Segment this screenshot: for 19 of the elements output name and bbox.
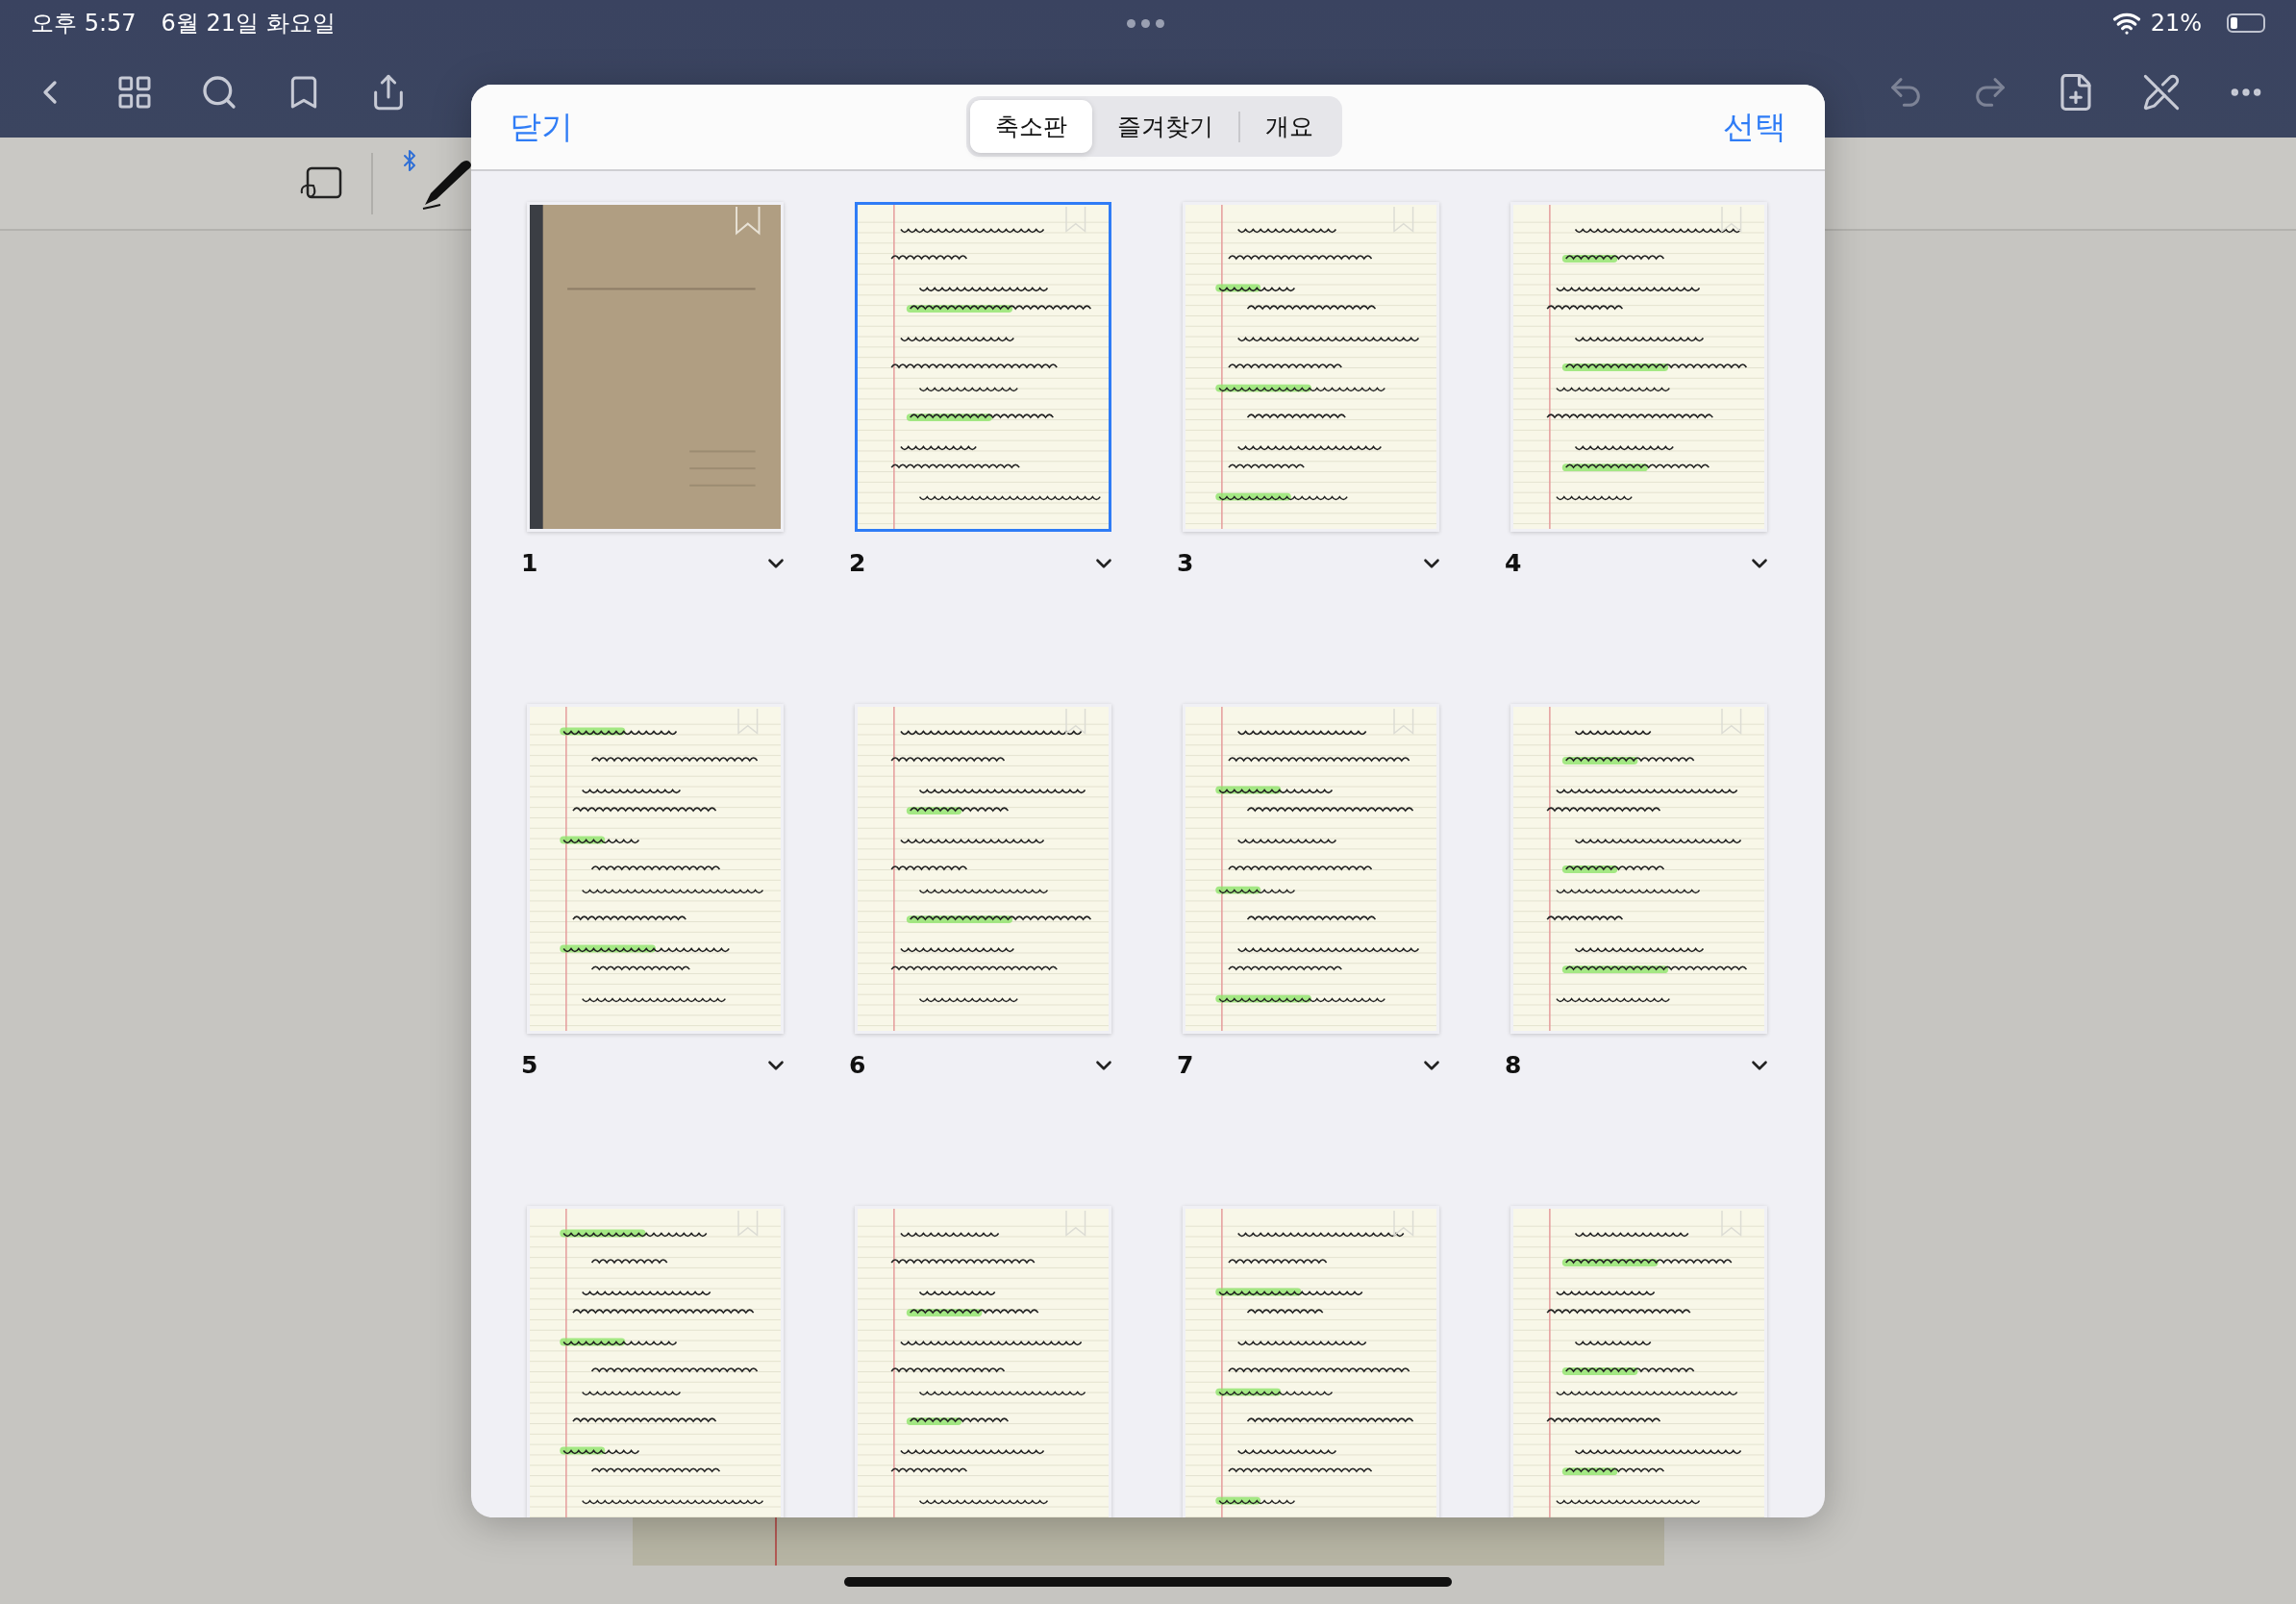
multitasking-dots-icon[interactable] bbox=[1127, 19, 1164, 28]
battery-percent: 21% bbox=[2150, 10, 2202, 37]
page-number: 4 bbox=[1505, 549, 1522, 577]
page-number: 5 bbox=[521, 1051, 538, 1079]
status-time: 오후 5:57 bbox=[31, 9, 137, 38]
page-number: 8 bbox=[1505, 1051, 1522, 1079]
page-number: 7 bbox=[1177, 1051, 1194, 1079]
crossed-pen-icon[interactable] bbox=[2142, 72, 2181, 112]
page-number: 6 bbox=[849, 1051, 866, 1079]
page-number: 2 bbox=[849, 549, 866, 577]
status-date: 6월 21일 화요일 bbox=[161, 9, 336, 38]
segment-tab[interactable]: 개요 bbox=[1240, 100, 1338, 153]
segment-tab[interactable]: 축소판 bbox=[970, 100, 1092, 153]
battery-icon bbox=[2227, 13, 2265, 33]
page-number: 3 bbox=[1177, 549, 1194, 577]
close-button[interactable]: 닫기 bbox=[510, 105, 573, 149]
select-button[interactable]: 선택 bbox=[1723, 105, 1786, 149]
page-number: 1 bbox=[521, 549, 538, 577]
segment-tab[interactable]: 즐겨찾기 bbox=[1092, 100, 1238, 153]
